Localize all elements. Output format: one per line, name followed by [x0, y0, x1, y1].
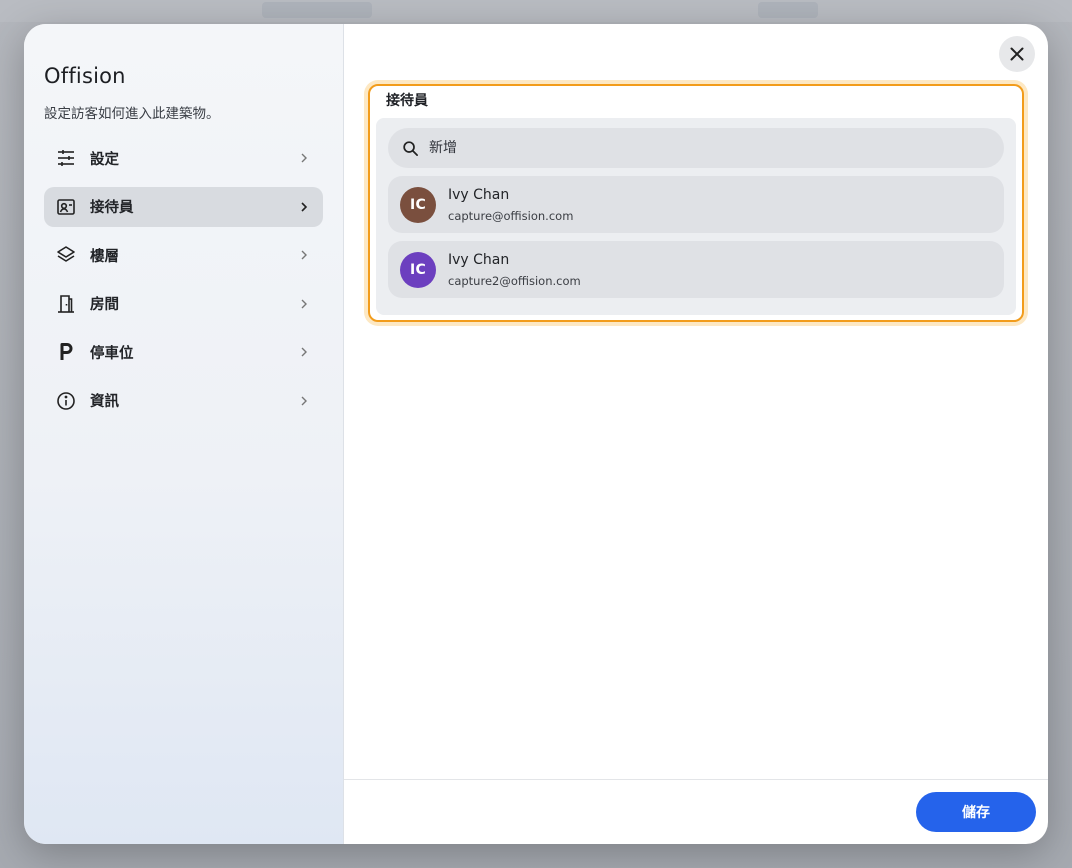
- sidebar-item-parking[interactable]: 停車位: [44, 332, 323, 372]
- layers-icon: [56, 245, 76, 265]
- list-item[interactable]: IC Ivy Chan capture@offision.com: [388, 176, 1004, 233]
- list-item[interactable]: IC Ivy Chan capture2@offision.com: [388, 241, 1004, 298]
- contact-card-icon: [56, 197, 76, 217]
- avatar: IC: [400, 251, 436, 288]
- person-details: Ivy Chan capture2@offision.com: [448, 252, 581, 288]
- save-button[interactable]: 儲存: [916, 792, 1036, 832]
- person-email: capture2@offision.com: [448, 273, 581, 288]
- section-title: 接待員: [386, 93, 428, 109]
- person-name: Ivy Chan: [448, 251, 510, 268]
- close-icon: [1010, 47, 1024, 61]
- close-button[interactable]: [999, 36, 1035, 72]
- app-title: Offision: [44, 64, 126, 88]
- person-name: Ivy Chan: [448, 186, 510, 203]
- chevron-right-icon: [297, 151, 311, 165]
- background-topbar: [0, 0, 1072, 22]
- background-chip: [758, 2, 818, 18]
- sidebar-item-label: 房間: [90, 297, 119, 313]
- sidebar-item-receptionists[interactable]: 接待員: [44, 186, 323, 227]
- receptionists-panel: 接待員 IC Ivy Chan capture@offision.com: [368, 84, 1024, 322]
- sidebar-item-info[interactable]: 資訊: [44, 381, 323, 421]
- sidebar-item-label: 停車位: [90, 345, 134, 362]
- door-icon: [56, 294, 76, 314]
- avatar: IC: [400, 186, 436, 223]
- sidebar-item-label: 接待員: [90, 200, 134, 216]
- background-chip: [262, 2, 372, 18]
- chevron-right-icon: [297, 345, 311, 359]
- sidebar-item-rooms[interactable]: 房間: [44, 284, 323, 324]
- sidebar-item-floors[interactable]: 樓層: [44, 235, 323, 275]
- person-email: capture@offision.com: [448, 208, 574, 223]
- sidebar-nav: 設定 接待員 樓層 房間 停車位 資訊: [44, 138, 323, 421]
- main-content: 接待員 IC Ivy Chan capture@offision.com: [344, 24, 1048, 844]
- sidebar-item-label: 設定: [90, 151, 119, 168]
- sidebar: Offision 設定訪客如何進入此建築物。 設定 接待員 樓層 房間 停車位 …: [24, 24, 344, 844]
- person-details: Ivy Chan capture@offision.com: [448, 187, 573, 223]
- chevron-right-icon: [297, 200, 311, 214]
- receptionists-list: IC Ivy Chan capture@offision.com IC Ivy …: [376, 118, 1016, 315]
- chevron-right-icon: [297, 394, 311, 408]
- search-box[interactable]: [388, 128, 1004, 168]
- sidebar-item-label: 樓層: [90, 248, 119, 265]
- chevron-right-icon: [297, 297, 311, 311]
- sliders-icon: [56, 148, 76, 168]
- search-icon: [403, 140, 418, 156]
- search-input[interactable]: [429, 140, 990, 156]
- sidebar-item-settings[interactable]: 設定: [44, 138, 323, 178]
- parking-icon: [56, 342, 76, 362]
- info-icon: [56, 391, 76, 411]
- modal-footer: 儲存: [344, 779, 1048, 844]
- sidebar-item-label: 資訊: [90, 394, 119, 410]
- chevron-right-icon: [297, 248, 311, 262]
- settings-modal: Offision 設定訪客如何進入此建築物。 設定 接待員 樓層 房間 停車位 …: [24, 24, 1048, 844]
- app-subtitle: 設定訪客如何進入此建築物。: [44, 106, 220, 122]
